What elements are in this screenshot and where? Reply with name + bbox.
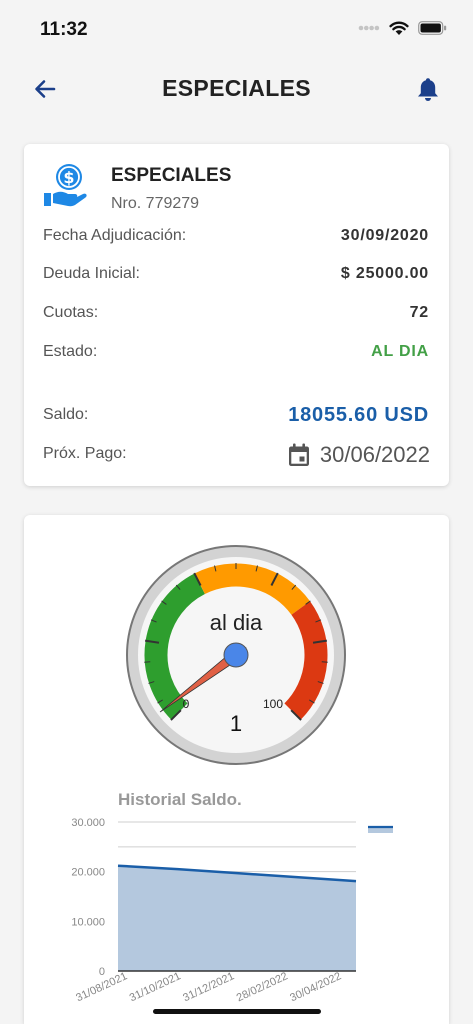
- x-tick-label: 28/02/2022: [235, 970, 290, 1004]
- x-tick-label: 31/10/2021: [128, 970, 183, 1004]
- chart-x-ticks: 31/08/202131/10/202131/12/202128/02/2022…: [74, 970, 343, 1004]
- bell-icon: [418, 77, 438, 101]
- notifications-button[interactable]: [411, 72, 445, 106]
- status-icons: [358, 20, 447, 36]
- estado-label: Estado:: [43, 343, 98, 360]
- gauge-hub: [223, 642, 249, 668]
- prox-pago-value: 30/06/2022: [319, 442, 430, 467]
- saldo-value: 18055.60 USD: [288, 404, 429, 426]
- saldo-label: Saldo:: [43, 406, 89, 423]
- money-hand-icon: $: [44, 164, 87, 207]
- gauge-label: al dia: [210, 610, 263, 635]
- status-time: 11:32: [40, 19, 88, 40]
- fecha-value: 30/09/2020: [340, 227, 429, 244]
- y-tick-label: 0: [99, 966, 105, 978]
- row-estado: Estado: AL DIA: [43, 343, 429, 365]
- fecha-label: Fecha Adjudicación:: [43, 227, 187, 244]
- calendar-icon: [288, 443, 309, 466]
- wifi-icon: [389, 21, 409, 35]
- cuotas-value: 72: [409, 304, 429, 321]
- saldo-history-chart: Historial Saldo. 0 10.000 20.000 30.000 31/…: [71, 790, 393, 1004]
- chart-title: Historial Saldo.: [118, 790, 242, 809]
- series-area: [118, 865, 356, 971]
- product-number: Nro. 779279: [111, 195, 200, 212]
- status-chart-card: al dia 0 100 1 Historial Saldo. 0 10.000 2…: [24, 515, 449, 1024]
- deuda-value: $ 25000.00: [340, 265, 429, 282]
- y-tick-label: 30.000: [71, 817, 105, 829]
- loan-info-card: $ ESPECIALES Nro. 779279 Fecha Adjudicac…: [24, 144, 449, 486]
- row-cuotas: Cuotas: 72: [43, 304, 429, 326]
- x-tick-label: 30/04/2022: [288, 970, 343, 1004]
- gauge-min-label: 0: [183, 697, 190, 711]
- signal-icon: [358, 25, 380, 31]
- row-deuda: Deuda Inicial: $ 25000.00: [43, 265, 429, 287]
- estado-value: AL DIA: [371, 343, 429, 360]
- row-fecha: Fecha Adjudicación: 30/09/2020: [43, 227, 429, 249]
- deuda-label: Deuda Inicial:: [43, 265, 140, 282]
- svg-text:$: $: [63, 168, 74, 187]
- gauge-value-text: 1: [230, 711, 242, 736]
- prox-pago-date: 30/06/2022: [288, 442, 430, 468]
- y-tick-label: 20.000: [71, 867, 105, 879]
- chart-y-ticks: 0 10.000 20.000 30.000: [71, 817, 105, 978]
- y-tick-label: 10.000: [71, 916, 105, 928]
- prox-pago-label: Próx. Pago:: [43, 445, 127, 462]
- battery-icon: [418, 21, 447, 35]
- page-title: ESPECIALES: [162, 75, 311, 101]
- home-indicator: [153, 1009, 321, 1014]
- status-bar: 11:32: [0, 0, 473, 58]
- status-gauge: al dia 0 100 1: [126, 545, 346, 765]
- cuotas-label: Cuotas:: [43, 304, 99, 321]
- app-header: ESPECIALES: [0, 58, 473, 120]
- x-tick-label: 31/12/2021: [181, 970, 236, 1004]
- product-title: ESPECIALES: [111, 165, 232, 186]
- chart-legend: [368, 825, 393, 833]
- row-saldo: Saldo: 18055.60 USD: [43, 404, 429, 428]
- gauge-max-label: 100: [263, 697, 283, 711]
